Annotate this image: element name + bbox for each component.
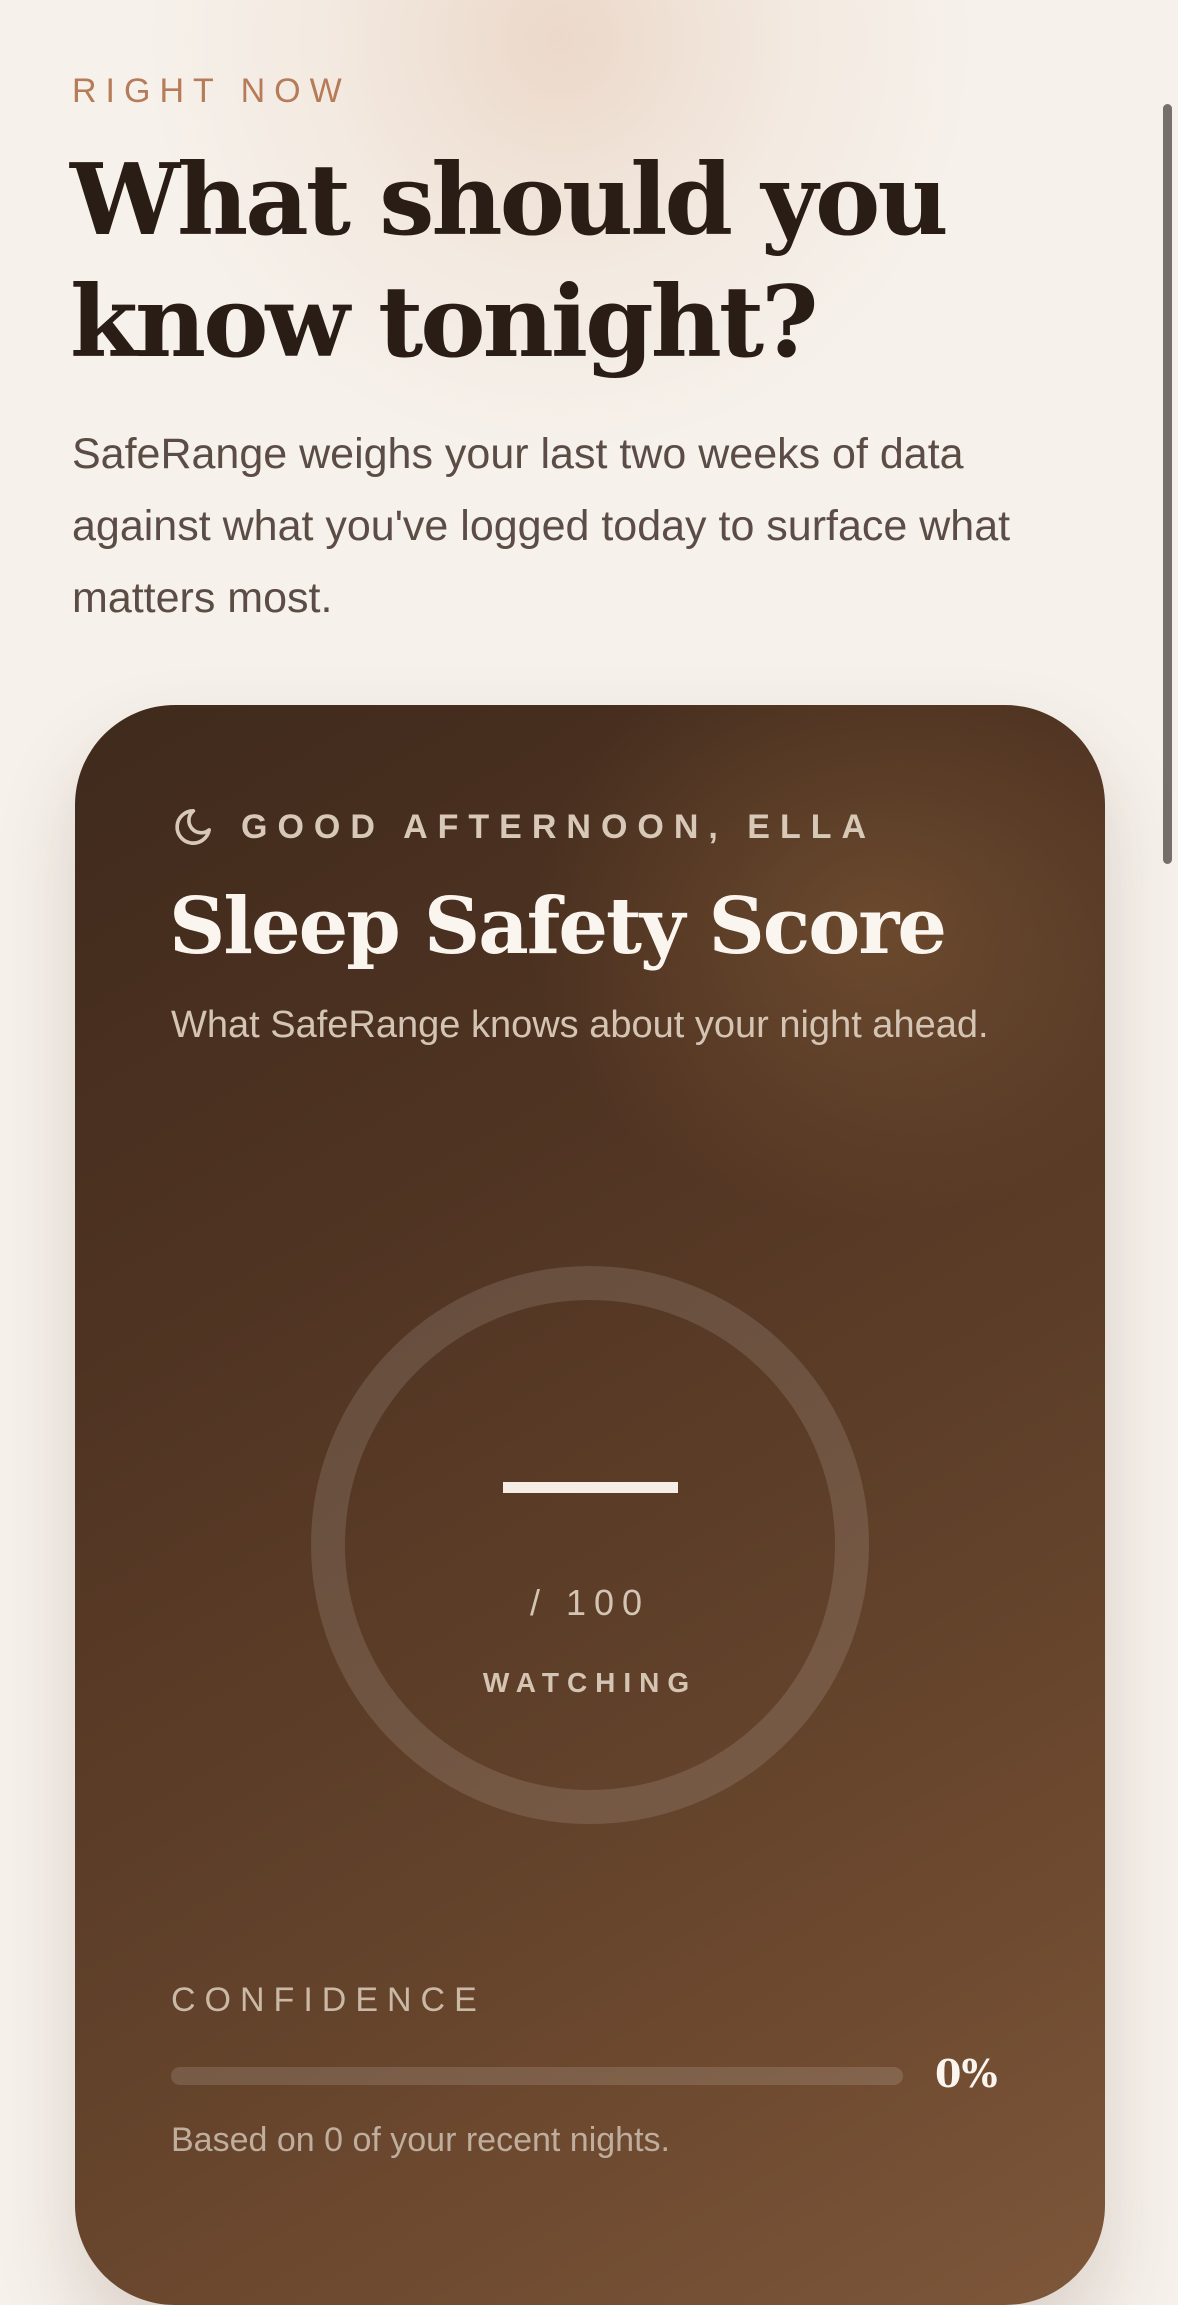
moon-icon bbox=[175, 809, 211, 845]
confidence-label: CONFIDENCE bbox=[171, 1981, 486, 2019]
scrollbar[interactable] bbox=[1163, 104, 1172, 864]
confidence-bar bbox=[171, 2067, 903, 2085]
section-eyebrow: RIGHT NOW bbox=[72, 72, 351, 110]
score-max-label: / 100 bbox=[529, 1582, 651, 1623]
greeting-text: GOOD AFTERNOON, ELLA bbox=[241, 807, 877, 846]
score-value-placeholder bbox=[503, 1482, 678, 1493]
sleep-safety-card[interactable]: GOOD AFTERNOON, ELLA Sleep Safety Score … bbox=[75, 705, 1105, 2305]
page-headline: What should you know tonight? bbox=[70, 143, 949, 380]
card-title: Sleep Safety Score bbox=[169, 881, 947, 972]
score-gauge-ring bbox=[311, 1266, 869, 1824]
card-subtitle: What SafeRange knows about your night ah… bbox=[171, 1004, 989, 1046]
greeting-row: GOOD AFTERNOON, ELLA bbox=[171, 805, 876, 849]
confidence-note: Based on 0 of your recent nights. bbox=[171, 2121, 670, 2159]
confidence-percent: 0% bbox=[935, 2051, 998, 2096]
score-state-label: WATCHING bbox=[482, 1667, 698, 1698]
intro-text: SafeRange weighs your last two weeks of … bbox=[72, 430, 1011, 622]
